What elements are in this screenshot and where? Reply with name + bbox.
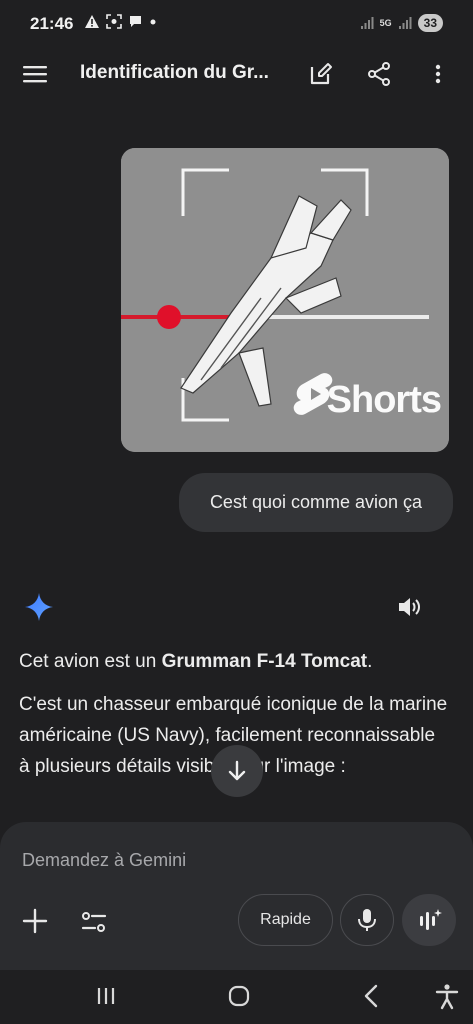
system-nav-bar [0, 970, 473, 1024]
back-icon[interactable] [358, 982, 386, 1010]
app-header: Identification du Gr... [0, 50, 473, 98]
status-bar: 21:46 5G 33 [0, 0, 473, 50]
mic-icon [358, 909, 376, 931]
screenshot-icon [106, 14, 122, 29]
mode-label: Rapide [260, 911, 311, 928]
notification-icons [84, 14, 157, 29]
home-icon[interactable] [225, 982, 253, 1010]
arrow-down-icon [228, 760, 246, 781]
signal-icon [360, 17, 374, 29]
speaker-icon[interactable] [396, 594, 422, 620]
composer: Demandez à Gemini Rapide [0, 822, 473, 970]
recents-icon[interactable] [92, 982, 120, 1010]
conversation-title[interactable]: Identification du Gr... [80, 62, 275, 84]
warning-icon [85, 15, 99, 28]
mode-selector-button[interactable]: Rapide [238, 894, 333, 946]
mic-button[interactable] [340, 894, 394, 946]
more-icon[interactable] [426, 61, 450, 87]
share-icon[interactable] [366, 61, 392, 87]
tune-icon[interactable] [80, 908, 108, 936]
user-message-text: Cest quoi comme avion ça [209, 492, 423, 512]
battery-badge: 33 [417, 14, 443, 32]
system-indicators: 5G 33 [360, 14, 443, 32]
scroll-down-button[interactable] [211, 745, 263, 797]
chat-icon [130, 16, 141, 27]
shorts-watermark: Shorts [326, 379, 442, 421]
menu-icon[interactable] [22, 62, 48, 86]
live-button[interactable] [402, 894, 456, 946]
prompt-input[interactable]: Demandez à Gemini [22, 850, 186, 871]
response-text: Cet avion est un [19, 651, 162, 672]
aircraft-name: Grumman F-14 Tomcat [161, 651, 368, 672]
accessibility-icon[interactable] [433, 982, 461, 1010]
edit-icon[interactable] [308, 61, 334, 87]
live-icon [420, 909, 442, 930]
gemini-spark-icon [25, 593, 53, 621]
status-time: 21:46 [30, 14, 74, 33]
network-type: 5G [379, 18, 392, 28]
response-text: . [367, 651, 373, 672]
response-paragraph-1: Cet avion est un Grumman F-14 Tomcat. [19, 646, 449, 677]
attached-image[interactable]: Shorts [121, 148, 449, 452]
dot-icon [150, 19, 156, 25]
plus-icon[interactable] [22, 908, 48, 934]
signal-2-icon [398, 17, 412, 29]
user-message-bubble: Cest quoi comme avion ça [179, 473, 453, 532]
